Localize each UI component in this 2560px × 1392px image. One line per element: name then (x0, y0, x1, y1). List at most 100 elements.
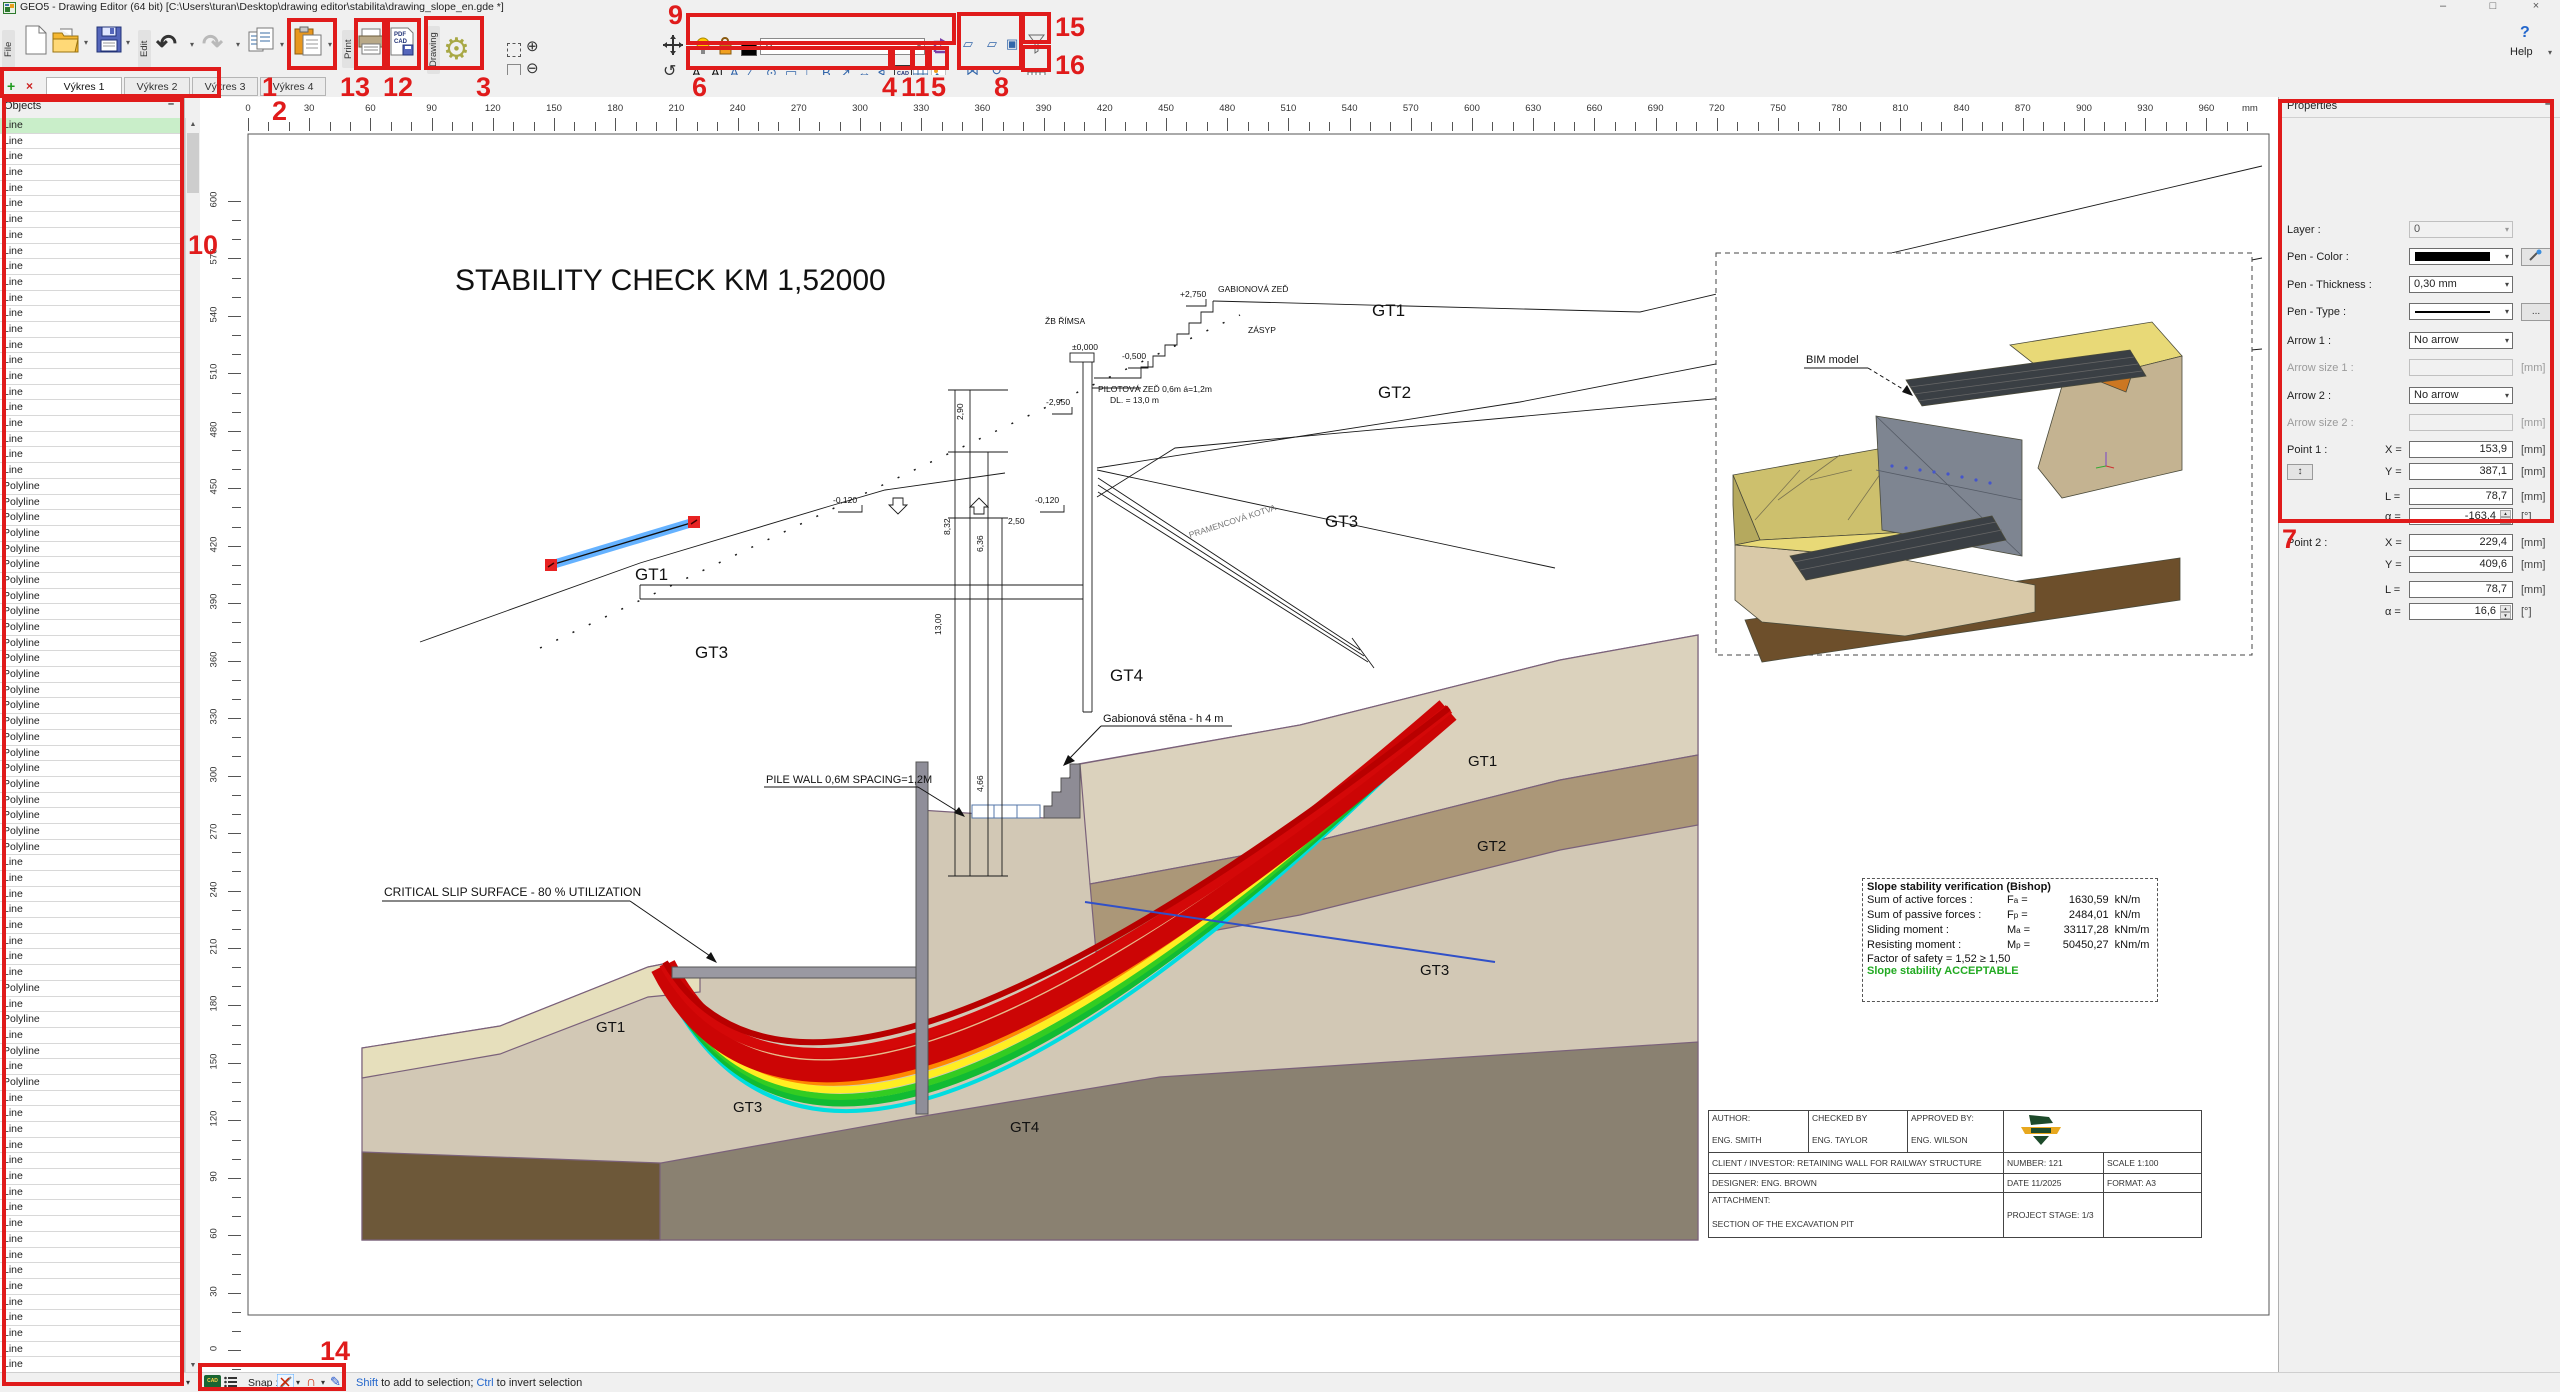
object-list-item[interactable]: Line (0, 1028, 184, 1044)
object-list-item[interactable]: Polyline (0, 1044, 184, 1060)
pen-type-more-button[interactable]: ... (2521, 303, 2551, 321)
layer-visibility-bulb-icon[interactable] (695, 36, 711, 56)
point2-a-input[interactable]: 16,6 ▲ ▼ (2409, 603, 2513, 620)
object-list-item[interactable]: Line (0, 165, 184, 181)
object-list-item[interactable]: Polyline (0, 526, 184, 542)
object-list-item[interactable]: Polyline (0, 761, 184, 777)
gear-settings-icon[interactable]: ⚙ (443, 32, 470, 67)
layers-list-icon[interactable] (224, 1376, 237, 1388)
object-list-item[interactable]: Polyline (0, 557, 184, 573)
save-icon[interactable] (96, 26, 122, 53)
pen-type-select[interactable]: ▾ (2409, 303, 2513, 320)
paste-icon[interactable] (294, 26, 324, 56)
object-list-item[interactable]: Line (0, 934, 184, 950)
object-list-item[interactable]: Line (0, 228, 184, 244)
object-list-item[interactable]: Polyline (0, 510, 184, 526)
object-list-item[interactable]: Polyline (0, 981, 184, 997)
object-list-item[interactable]: Line (0, 134, 184, 150)
object-list-item[interactable]: Line (0, 149, 184, 165)
object-list-item[interactable]: Line (0, 871, 184, 887)
close-sheet-button[interactable]: × (26, 79, 33, 93)
statusbar-expander-icon[interactable]: ▾ (186, 1378, 190, 1387)
arrow-size1-input[interactable] (2409, 359, 2513, 376)
spin-up-icon[interactable]: ▲ (2500, 605, 2511, 612)
undo-icon[interactable]: ↶ (156, 29, 177, 59)
arrow-size2-input[interactable] (2409, 414, 2513, 431)
objects-scrollbar[interactable]: ▲ ▼ (185, 118, 200, 1372)
object-list-item[interactable]: Line (0, 1106, 184, 1122)
object-list-item[interactable]: Polyline (0, 777, 184, 793)
object-list-item[interactable]: Line (0, 918, 184, 934)
scrollbar-thumb[interactable] (187, 133, 199, 193)
copy-dropdown[interactable]: ▾ (280, 40, 284, 49)
help-dropdown[interactable]: ▾ (2548, 48, 2552, 57)
redo-icon[interactable]: ↷ (202, 29, 223, 59)
object-list-item[interactable]: Line (0, 965, 184, 981)
object-list-item[interactable]: Polyline (0, 589, 184, 605)
close-button[interactable]: × (2521, 0, 2551, 15)
drawing-menu[interactable]: Drawing (427, 26, 440, 74)
object-list-item[interactable]: Polyline (0, 620, 184, 636)
object-list-item[interactable]: Line (0, 212, 184, 228)
object-list-item[interactable]: Line (0, 1122, 184, 1138)
save-dropdown[interactable]: ▾ (126, 38, 130, 47)
object-list-item[interactable]: Line (0, 949, 184, 965)
spin-down-icon[interactable]: ▼ (2500, 517, 2511, 524)
object-list-item[interactable]: Polyline (0, 604, 184, 620)
pan-view-icon[interactable] (663, 35, 683, 55)
object-list-item[interactable]: Line (0, 1279, 184, 1295)
open-dropdown[interactable]: ▾ (84, 38, 88, 47)
object-list-item[interactable]: Polyline (0, 479, 184, 495)
object-list-item[interactable]: Polyline (0, 730, 184, 746)
open-file-icon[interactable] (52, 27, 80, 54)
object-list-item[interactable]: Line (0, 385, 184, 401)
object-list-item[interactable]: Line (0, 196, 184, 212)
pen-thickness-select[interactable]: 0,30 mm▾ (2409, 276, 2513, 293)
scroll-up-icon[interactable]: ▲ (186, 118, 200, 131)
object-list-item[interactable]: Line (0, 1310, 184, 1326)
point1-y-input[interactable]: 387,1 (2409, 463, 2513, 480)
object-list-item[interactable]: Line (0, 181, 184, 197)
object-list-item[interactable]: Line (0, 1169, 184, 1185)
object-list-item[interactable]: Line (0, 1357, 184, 1372)
layer-lock-icon[interactable] (717, 36, 733, 56)
point2-y-input[interactable]: 409,6 (2409, 556, 2513, 573)
object-list-item[interactable]: Line (0, 338, 184, 354)
snap-mode-icon[interactable] (277, 1374, 294, 1391)
object-list-item[interactable]: Polyline (0, 808, 184, 824)
object-list-item[interactable]: Line (0, 887, 184, 903)
object-list-item[interactable]: Polyline (0, 714, 184, 730)
object-list-item[interactable]: Line (0, 1091, 184, 1107)
layer-combo[interactable]: 0 ▾ (760, 38, 925, 55)
sheet-tab-2[interactable]: Výkres 2 (124, 77, 190, 96)
object-list-item[interactable]: Polyline (0, 636, 184, 652)
object-list-item[interactable]: Line (0, 306, 184, 322)
object-list-item[interactable]: Line (0, 1059, 184, 1075)
print-menu[interactable]: Print (342, 30, 355, 68)
object-list-item[interactable]: Line (0, 997, 184, 1013)
object-list-item[interactable]: Line (0, 432, 184, 448)
object-list-item[interactable]: Polyline (0, 840, 184, 856)
sheet-tab-1[interactable]: Výkres 1 (46, 77, 122, 96)
copy-array-icon[interactable]: ▣ (1006, 36, 1018, 52)
edit-menu[interactable]: Edit (138, 30, 151, 68)
object-list-item[interactable]: Line (0, 416, 184, 432)
redo-dropdown[interactable]: ▾ (236, 40, 240, 49)
object-list-item[interactable]: Line (0, 322, 184, 338)
spin-down-icon[interactable]: ▼ (2500, 612, 2511, 619)
object-list-item[interactable]: Line (0, 1232, 184, 1248)
cad-mode-icon[interactable]: CAD (204, 1375, 221, 1388)
object-list-item[interactable]: Line (0, 1326, 184, 1342)
sheet-tab-3[interactable]: Výkres 3 (192, 77, 258, 96)
magnet-dropdown[interactable]: ▾ (321, 1378, 325, 1387)
copy-rotate-icon[interactable]: ▱ (987, 36, 997, 52)
object-list-item[interactable]: Line (0, 1216, 184, 1232)
object-list-item[interactable]: Polyline (0, 1075, 184, 1091)
spin-up-icon[interactable]: ▲ (2500, 510, 2511, 517)
object-list-item[interactable]: Line (0, 1138, 184, 1154)
minimize-button[interactable]: – (2428, 0, 2458, 15)
layer-color-swatch[interactable] (741, 41, 757, 56)
point-swap-button[interactable]: ↕ (2287, 464, 2313, 480)
object-list-item[interactable]: Polyline (0, 746, 184, 762)
object-list-item[interactable]: Polyline (0, 1012, 184, 1028)
